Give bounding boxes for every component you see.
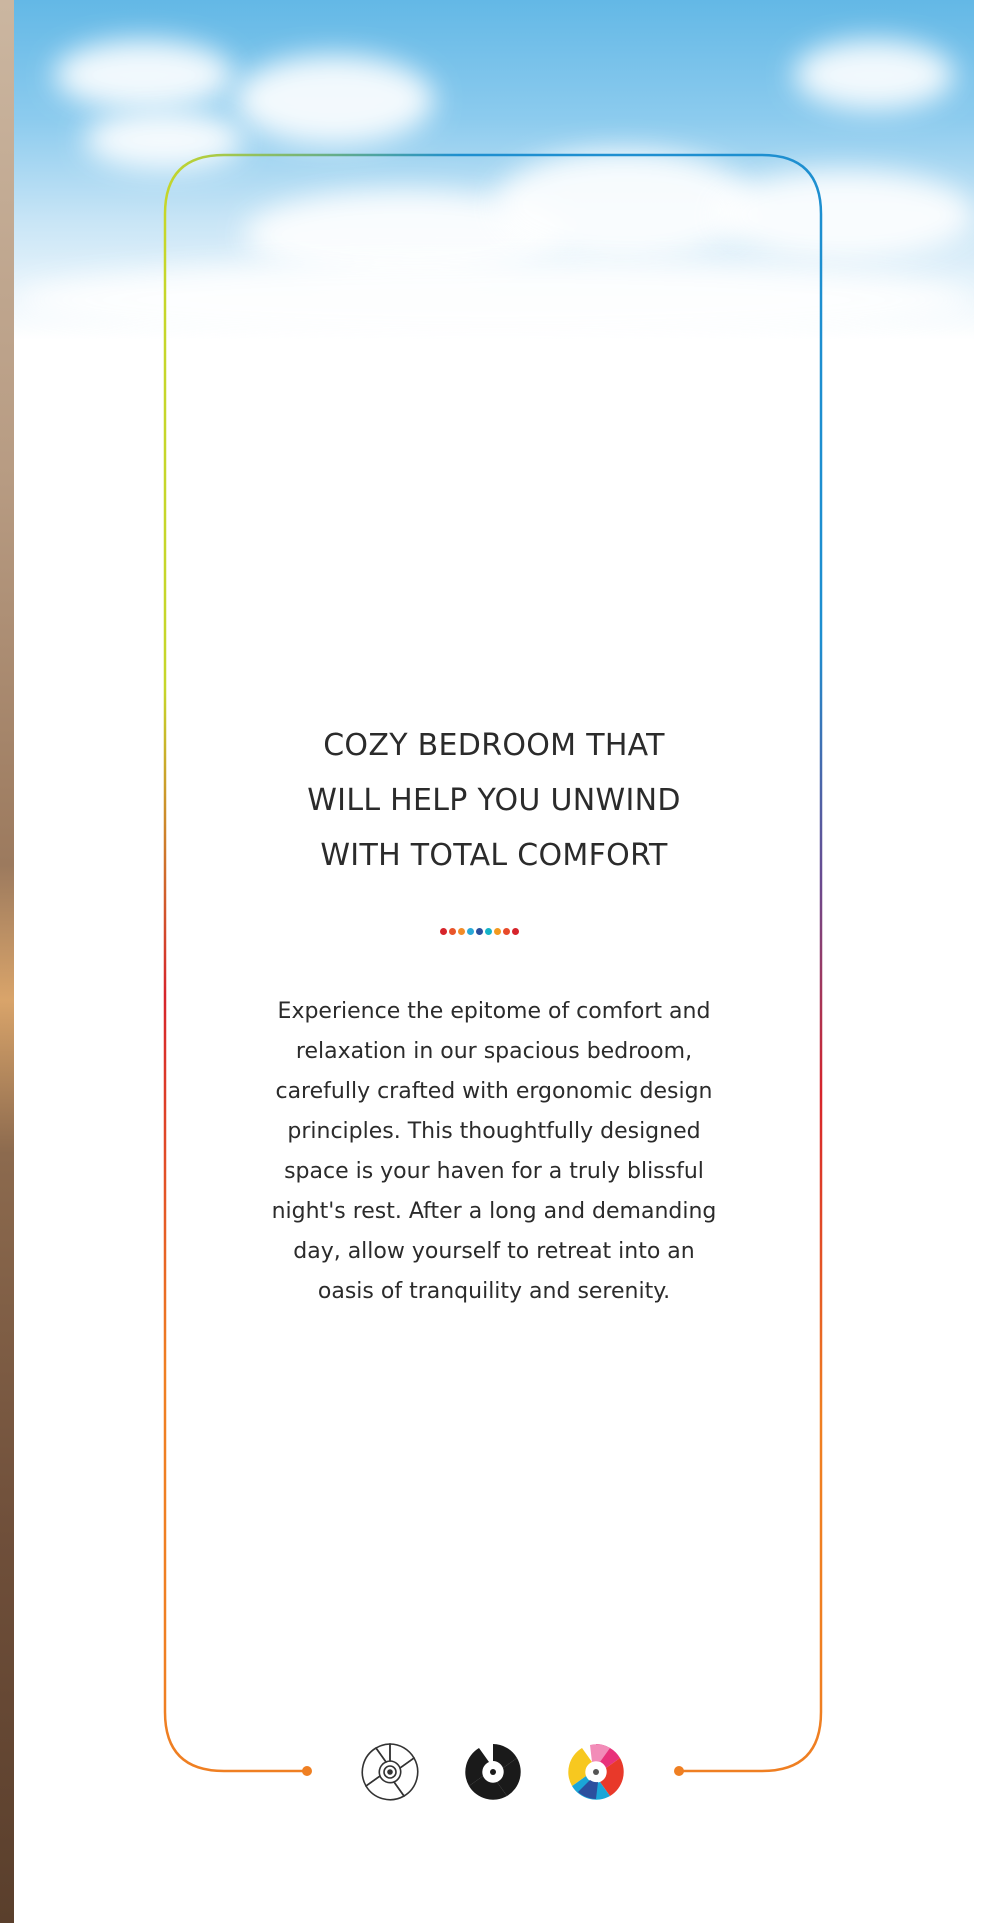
body-line: relaxation in our spacious bedroom,	[295, 1039, 693, 1064]
divider-dot	[503, 928, 510, 935]
divider-dot	[494, 928, 501, 935]
divider-dot	[440, 928, 447, 935]
outline-swirl-logo-icon	[358, 1740, 422, 1804]
frame-end-dot-right	[674, 1766, 684, 1776]
divider-dot	[512, 928, 519, 935]
title-line: WILL HELP YOU UNWIND	[307, 783, 681, 818]
description-paragraph: Experience the epitome of comfort and re…	[244, 992, 744, 1312]
black-swirl-logo-icon	[461, 1740, 525, 1804]
body-line: space is your haven for a truly blissful	[284, 1159, 704, 1184]
sky-background	[14, 0, 974, 340]
color-swirl-logo-icon	[564, 1740, 628, 1804]
body-line: oasis of tranquility and serenity.	[317, 1279, 671, 1304]
body-line: Experience the epitome of comfort and	[277, 999, 711, 1024]
divider-dot	[449, 928, 456, 935]
divider-dot	[467, 928, 474, 935]
body-line: carefully crafted with ergonomic design	[275, 1079, 713, 1104]
body-line: night's rest. After a long and demanding	[271, 1199, 717, 1224]
divider-dot	[476, 928, 483, 935]
body-line: day, allow yourself to retreat into an	[293, 1239, 695, 1264]
body-line: principles. This thoughtfully designed	[287, 1119, 701, 1144]
color-dot-divider	[440, 928, 519, 938]
divider-dot	[458, 928, 465, 935]
divider-dot	[485, 928, 492, 935]
wood-wall-strip	[0, 0, 14, 1923]
page-title: COZY BEDROOM THAT WILL HELP YOU UNWIND W…	[214, 718, 774, 883]
title-line: WITH TOTAL COMFORT	[320, 838, 668, 873]
title-line: COZY BEDROOM THAT	[323, 728, 665, 763]
frame-end-dot-left	[302, 1766, 312, 1776]
